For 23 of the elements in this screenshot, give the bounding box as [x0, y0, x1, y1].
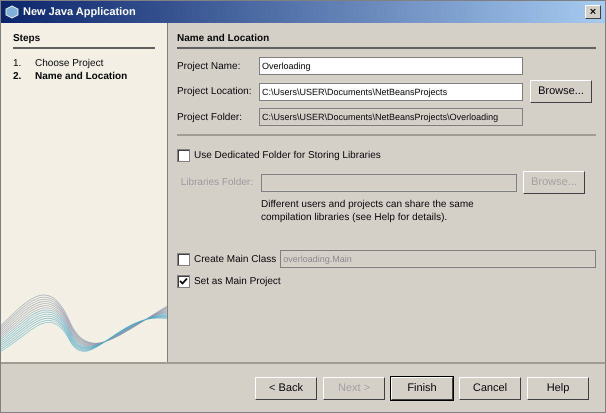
dialog-button[interactable]: < Back [255, 376, 317, 400]
dialog-button[interactable]: Finish [391, 376, 453, 400]
field-label: Project Location: [177, 85, 252, 99]
field-label: Project Folder: [177, 110, 244, 124]
checkbox[interactable] [177, 252, 190, 266]
input-field[interactable]: Overloading [259, 57, 523, 75]
step-item: 1. Choose Project [13, 57, 104, 70]
panel-title: Name and Location [177, 31, 596, 49]
step-item: 2. Name and Location [13, 70, 128, 83]
checkbox-label[interactable]: Create Main Class [194, 252, 276, 266]
input-field[interactable]: C:\Users\USER\Documents\NetBeansProjects [259, 82, 523, 100]
close-button[interactable]: × [585, 5, 601, 19]
dialog-button[interactable]: Help [527, 376, 589, 400]
dialog-button[interactable]: Cancel [459, 376, 521, 400]
browse-button[interactable]: Browse... [530, 80, 592, 103]
checkbox[interactable] [177, 275, 190, 288]
steps-title: Steps [13, 31, 155, 49]
checkbox-label[interactable]: Set as Main Project [194, 274, 281, 289]
help-text: Different users and projects can share the same compilation libraries (see Help for details). [261, 198, 475, 224]
field-label: Project Name: [177, 60, 242, 74]
window-title: New Java Application [23, 4, 137, 20]
field-label: Libraries Folder: [180, 176, 254, 190]
cube-icon [5, 5, 19, 19]
